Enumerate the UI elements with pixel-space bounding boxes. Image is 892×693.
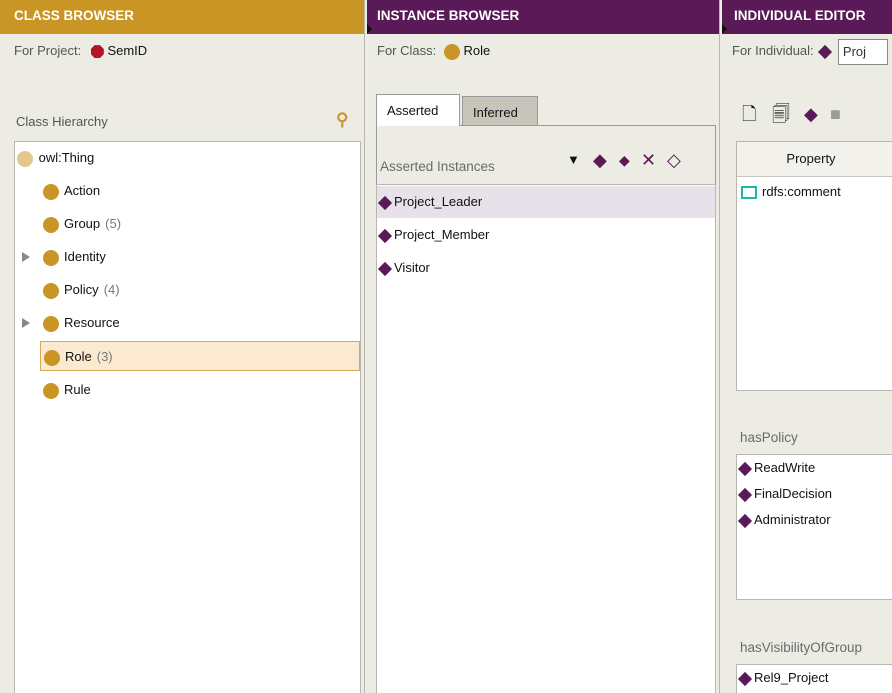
instance-icon xyxy=(737,671,753,686)
tree-item-policy[interactable]: Policy (4) xyxy=(43,275,120,305)
has-visibility-list[interactable]: Rel9_Project xyxy=(736,664,892,693)
class-icon xyxy=(43,249,59,266)
individual-line: For Individual: Proj xyxy=(722,34,892,68)
instance-label: Visitor xyxy=(394,260,430,275)
class-label: Rule xyxy=(64,382,91,397)
class-icon xyxy=(17,150,33,167)
value-label: FinalDecision xyxy=(754,486,833,501)
instance-icon xyxy=(737,487,753,502)
collapse-left-icon[interactable] xyxy=(722,24,727,34)
has-visibility-title: hasVisibilityOfGroup xyxy=(740,640,863,655)
expand-identity-icon[interactable] xyxy=(22,252,30,262)
instance-icon xyxy=(377,195,393,210)
class-icon xyxy=(443,43,460,60)
individual-editor-panel: INDIVIDUAL EDITOR For Individual: Proj 🗋… xyxy=(722,0,892,693)
value-label: Administrator xyxy=(754,512,831,527)
instance-icon xyxy=(377,261,393,276)
instance-label: Project_Leader xyxy=(394,194,483,209)
class-line: For Class: Role xyxy=(367,34,719,68)
list-item-administrator[interactable]: Administrator xyxy=(737,507,892,533)
list-item-readwrite[interactable]: ReadWrite xyxy=(737,455,892,481)
dropdown-arrow-icon[interactable]: ▼ xyxy=(567,148,580,172)
instance-count: (4) xyxy=(103,282,120,297)
instance-icon xyxy=(377,228,393,243)
instance-browser-header: INSTANCE BROWSER xyxy=(367,0,719,34)
property-column-header[interactable]: Property xyxy=(737,142,892,177)
class-tree[interactable]: owl:Thing Action Group (5) Identity Polic… xyxy=(14,141,361,693)
class-browser-header: CLASS BROWSER xyxy=(0,0,364,34)
delete-instance-icon[interactable]: ✕ xyxy=(641,148,656,172)
remove-value-icon[interactable]: ■ xyxy=(830,100,841,128)
collapse-left-icon[interactable] xyxy=(367,24,372,34)
property-label: rdfs:comment xyxy=(762,184,841,199)
tab-asserted[interactable]: Asserted xyxy=(376,94,460,126)
add-value-icon[interactable]: ◆ xyxy=(804,100,818,128)
tree-item-group[interactable]: Group (5) xyxy=(43,209,121,239)
new-document-copy-icon[interactable]: 🗐 xyxy=(772,100,790,128)
class-icon xyxy=(44,349,60,366)
has-policy-title: hasPolicy xyxy=(740,430,798,445)
list-item-visitor[interactable]: Visitor xyxy=(377,252,715,284)
instance-diamond-icon[interactable]: ◆ xyxy=(619,148,630,172)
list-item-rel9-project[interactable]: Rel9_Project xyxy=(737,665,892,691)
class-icon xyxy=(43,216,59,233)
class-icon xyxy=(43,315,59,332)
list-item-project-leader[interactable]: Project_Leader xyxy=(377,186,715,218)
value-label: ReadWrite xyxy=(754,460,816,475)
tree-item-role[interactable]: Role (3) xyxy=(40,341,360,371)
class-browser-panel: CLASS BROWSER For Project: SemID Class H… xyxy=(0,0,365,693)
project-icon xyxy=(90,45,104,59)
tree-item-identity[interactable]: Identity xyxy=(43,242,106,272)
class-label: For Class: xyxy=(377,43,437,58)
instance-icon xyxy=(737,461,753,476)
tab-inferred[interactable]: Inferred xyxy=(462,96,538,126)
class-icon xyxy=(43,282,59,299)
class-label: Group xyxy=(64,216,101,231)
class-label: Resource xyxy=(64,315,120,330)
class-label: Role xyxy=(65,349,92,364)
property-row-rdfs-comment[interactable]: rdfs:comment xyxy=(737,177,892,207)
instance-count: (3) xyxy=(96,349,113,364)
class-icon xyxy=(43,183,59,200)
new-document-icon[interactable]: 🗋 xyxy=(742,100,756,128)
tree-root-label: owl:Thing xyxy=(38,150,95,165)
class-label: Identity xyxy=(64,249,106,264)
class-name: Role xyxy=(463,43,491,58)
list-item-finaldecision[interactable]: FinalDecision xyxy=(737,481,892,507)
class-label: Action xyxy=(64,183,101,198)
asserted-instances-title: Asserted Instances xyxy=(380,159,495,174)
individual-label: For Individual: xyxy=(732,43,814,58)
find-class-icon[interactable]: ⚲ xyxy=(336,110,348,130)
project-label: For Project: xyxy=(14,43,82,58)
instance-count: (5) xyxy=(105,216,122,231)
list-item-project-member[interactable]: Project_Member xyxy=(377,219,715,251)
create-instance-icon[interactable]: ◆ xyxy=(593,148,607,172)
value-label: Rel9_Project xyxy=(754,670,829,685)
project-line: For Project: SemID xyxy=(0,34,364,68)
class-hierarchy-title: Class Hierarchy xyxy=(16,114,108,129)
class-label: Policy xyxy=(64,282,99,297)
expand-resource-icon[interactable] xyxy=(22,318,30,328)
class-icon xyxy=(43,382,59,399)
tree-root-owl-thing[interactable]: owl:Thing xyxy=(17,143,94,173)
individual-icon xyxy=(818,44,833,59)
annotation-property-icon xyxy=(741,186,757,200)
instance-list[interactable]: Project_Leader Project_Member Visitor xyxy=(376,184,716,693)
individual-name-field[interactable]: Proj xyxy=(837,38,888,65)
instance-browser-panel: INSTANCE BROWSER For Class: Role Asserte… xyxy=(367,0,720,693)
has-policy-list[interactable]: ReadWrite FinalDecision Administrator xyxy=(736,454,892,600)
tree-item-resource[interactable]: Resource xyxy=(43,308,120,338)
individual-editor-header: INDIVIDUAL EDITOR xyxy=(722,0,892,34)
instance-label: Project_Member xyxy=(394,227,490,242)
property-table: Property rdfs:comment xyxy=(736,141,892,391)
tree-item-action[interactable]: Action xyxy=(43,176,100,206)
tree-item-rule[interactable]: Rule xyxy=(43,375,91,405)
instance-icon xyxy=(737,513,753,528)
project-name: SemID xyxy=(107,43,148,58)
edit-instance-icon[interactable]: ◇ xyxy=(667,148,681,172)
